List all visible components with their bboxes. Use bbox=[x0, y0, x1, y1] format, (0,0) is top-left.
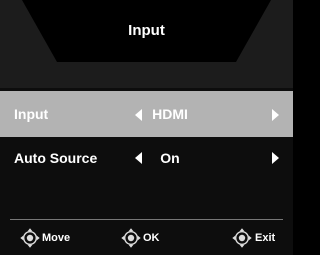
menu-row-auto-source[interactable]: Auto Source On bbox=[0, 135, 293, 181]
page-title: Input bbox=[128, 22, 165, 39]
dpad-icon bbox=[20, 228, 40, 248]
arrow-right-icon[interactable] bbox=[272, 152, 279, 164]
arrow-right-icon[interactable] bbox=[272, 109, 279, 121]
title-panel bbox=[22, 0, 271, 62]
menu-row-value: On bbox=[160, 150, 180, 166]
osd-screen: Input Input HDMI Auto Source On Move OK … bbox=[0, 0, 293, 255]
dpad-icon bbox=[121, 228, 141, 248]
footer-move-label: Move bbox=[42, 232, 71, 244]
menu-row-input[interactable]: Input HDMI bbox=[0, 91, 293, 137]
menu-row-value: HDMI bbox=[152, 106, 188, 122]
footer-divider bbox=[10, 219, 283, 220]
dpad-icon bbox=[232, 228, 252, 248]
footer-exit-label: Exit bbox=[255, 232, 276, 244]
menu-row-label: Input bbox=[14, 106, 49, 122]
footer-ok-label: OK bbox=[143, 232, 160, 244]
menu-row-label: Auto Source bbox=[14, 150, 98, 166]
